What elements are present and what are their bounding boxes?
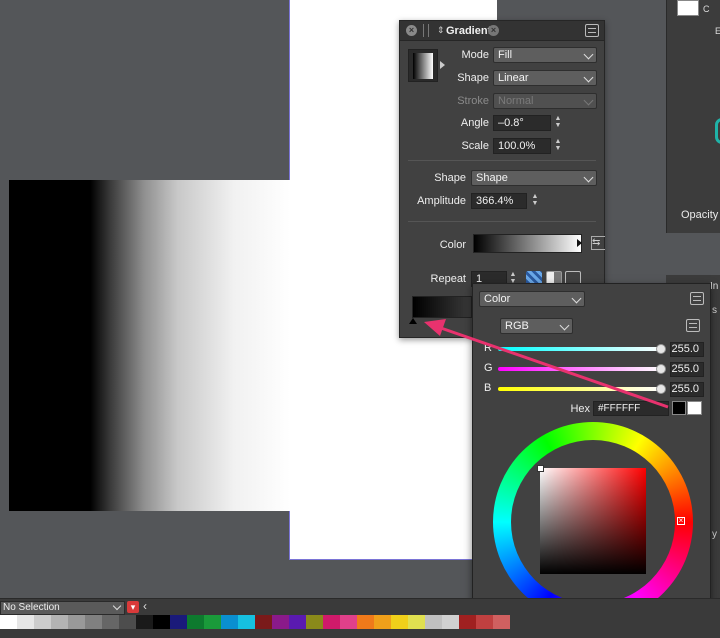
palette-swatch[interactable] (408, 615, 425, 629)
palette-swatch[interactable] (85, 615, 102, 629)
palette-swatch[interactable] (187, 615, 204, 629)
color-palette (0, 615, 510, 629)
selection-dropdown[interactable]: No Selection (0, 601, 125, 615)
chevron-left-icon[interactable]: ‹ (143, 599, 147, 613)
palette-swatch[interactable] (102, 615, 119, 629)
bottom-toolbar: No Selection ▾ ‹ (0, 598, 720, 638)
palette-swatch[interactable] (255, 615, 272, 629)
palette-swatch[interactable] (306, 615, 323, 629)
palette-swatch[interactable] (17, 615, 34, 629)
palette-swatch[interactable] (289, 615, 306, 629)
palette-swatch[interactable] (340, 615, 357, 629)
palette-swatch[interactable] (238, 615, 255, 629)
palette-swatch[interactable] (391, 615, 408, 629)
annotation-arrow (424, 319, 669, 409)
palette-swatch[interactable] (493, 615, 510, 629)
palette-swatch[interactable] (136, 615, 153, 629)
palette-swatch[interactable] (204, 615, 221, 629)
palette-swatch[interactable] (34, 615, 51, 629)
selection-value: No Selection (3, 602, 60, 613)
palette-swatch[interactable] (442, 615, 459, 629)
palette-swatch[interactable] (272, 615, 289, 629)
chevron-down-icon (112, 601, 122, 611)
palette-swatch[interactable] (51, 615, 68, 629)
palette-swatch[interactable] (119, 615, 136, 629)
palette-swatch[interactable] (153, 615, 170, 629)
palette-swatch[interactable] (425, 615, 442, 629)
lock-icon[interactable]: ▾ (127, 601, 139, 613)
palette-swatch[interactable] (323, 615, 340, 629)
palette-swatch[interactable] (374, 615, 391, 629)
palette-swatch[interactable] (221, 615, 238, 629)
palette-swatch[interactable] (357, 615, 374, 629)
palette-swatch[interactable] (0, 615, 17, 629)
palette-swatch[interactable] (476, 615, 493, 629)
palette-swatch[interactable] (459, 615, 476, 629)
palette-swatch[interactable] (170, 615, 187, 629)
palette-swatch[interactable] (68, 615, 85, 629)
